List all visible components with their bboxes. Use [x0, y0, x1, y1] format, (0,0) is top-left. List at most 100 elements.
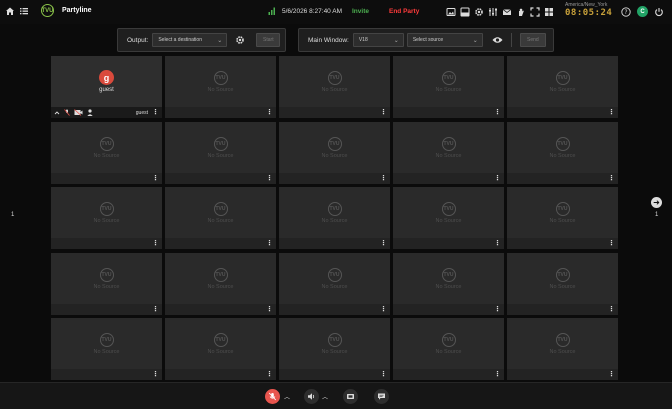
user-icon[interactable] [87, 109, 93, 116]
tile-menu-icon[interactable]: ⋮ [494, 305, 501, 314]
tile-menu-icon[interactable]: ⋮ [380, 239, 387, 248]
picture-icon[interactable] [445, 6, 456, 17]
app-title: Partyline [62, 7, 92, 14]
tile-menu-icon[interactable]: ⋮ [152, 239, 159, 248]
mail-icon[interactable] [501, 6, 512, 17]
empty-source-tile[interactable]: TVU No Source ⋮ [507, 187, 618, 249]
empty-source-tile[interactable]: TVU No Source ⋮ [507, 122, 618, 184]
layout-icon[interactable] [459, 6, 470, 17]
hand-icon[interactable] [515, 6, 526, 17]
tile-menu-icon[interactable]: ⋮ [266, 108, 273, 117]
mic-muted-icon[interactable] [265, 389, 280, 404]
tile-menu-icon[interactable]: ⋮ [266, 239, 273, 248]
tile-footer: ⋮ [279, 304, 390, 315]
chevron-up-icon[interactable] [54, 110, 60, 116]
chevron-down-icon: ⌄ [393, 38, 399, 44]
tile-menu-icon[interactable]: ⋮ [608, 174, 615, 183]
end-party-button[interactable]: End Party [389, 8, 419, 15]
user-avatar[interactable]: C [637, 6, 648, 17]
help-icon[interactable]: ? [621, 7, 631, 17]
empty-source-tile[interactable]: TVU No Source ⋮ [51, 122, 162, 184]
tile-menu-icon[interactable]: ⋮ [266, 370, 273, 379]
next-page-arrow-icon[interactable]: ➜ [651, 197, 662, 208]
grid-view-icon[interactable] [543, 6, 554, 17]
tile-menu-icon[interactable]: ⋮ [494, 370, 501, 379]
tile-menu-icon[interactable]: ⋮ [266, 305, 273, 314]
speaker-options-caret-icon[interactable]: ︿ [322, 392, 328, 401]
tile-menu-icon[interactable]: ⋮ [494, 174, 501, 183]
empty-source-tile[interactable]: TVU No Source ⋮ [393, 187, 504, 249]
no-source-placeholder: TVU No Source [165, 122, 276, 173]
chat-icon[interactable] [374, 389, 389, 404]
empty-source-tile[interactable]: TVU No Source ⋮ [393, 253, 504, 315]
empty-source-tile[interactable]: TVU No Source ⋮ [165, 122, 276, 184]
send-button[interactable]: Send [519, 33, 546, 47]
empty-source-tile[interactable]: TVU No Source ⋮ [393, 122, 504, 184]
tile-footer: ⋮ [165, 173, 276, 184]
empty-source-tile[interactable]: TVU No Source ⋮ [165, 187, 276, 249]
tile-menu-icon[interactable]: ⋮ [152, 174, 159, 183]
no-source-placeholder: TVU No Source [279, 187, 390, 238]
tile-menu-icon[interactable]: ⋮ [152, 370, 159, 379]
tile-menu-icon[interactable]: ⋮ [608, 108, 615, 117]
destination-select-value: Select a destination [158, 37, 202, 43]
tile-menu-icon[interactable]: ⋮ [152, 305, 159, 314]
tile-menu-icon[interactable]: ⋮ [608, 239, 615, 248]
no-source-label: No Source [93, 152, 120, 159]
tvu-placeholder-icon: TVU [99, 267, 114, 282]
empty-source-tile[interactable]: TVU No Source ⋮ [507, 253, 618, 315]
empty-source-tile[interactable]: TVU No Source ⋮ [165, 318, 276, 380]
guest-tile[interactable]: g guest guest ⋮ [51, 56, 162, 118]
empty-source-tile[interactable]: TVU No Source ⋮ [165, 253, 276, 315]
empty-source-tile[interactable]: TVU No Source ⋮ [279, 253, 390, 315]
no-source-placeholder: TVU No Source [165, 187, 276, 238]
fullscreen-icon[interactable] [529, 6, 540, 17]
empty-source-tile[interactable]: TVU No Source ⋮ [279, 56, 390, 118]
start-button[interactable]: Start [256, 33, 281, 47]
empty-source-tile[interactable]: TVU No Source ⋮ [51, 187, 162, 249]
tile-menu-icon[interactable]: ⋮ [380, 108, 387, 117]
guest-avatar: g [99, 70, 114, 85]
empty-source-tile[interactable]: TVU No Source ⋮ [507, 318, 618, 380]
tile-menu-icon[interactable]: ⋮ [380, 305, 387, 314]
no-source-label: No Source [207, 152, 234, 159]
empty-source-tile[interactable]: TVU No Source ⋮ [165, 56, 276, 118]
tile-menu-icon[interactable]: ⋮ [494, 239, 501, 248]
empty-source-tile[interactable]: TVU No Source ⋮ [507, 56, 618, 118]
no-source-label: No Source [435, 283, 462, 290]
mic-muted-icon[interactable] [64, 109, 70, 116]
camera-off-icon[interactable] [74, 109, 83, 116]
empty-source-tile[interactable]: TVU No Source ⋮ [279, 187, 390, 249]
source-select[interactable]: Select source ⌄ [406, 33, 483, 47]
empty-source-tile[interactable]: TVU No Source ⋮ [279, 122, 390, 184]
tile-menu-icon[interactable]: ⋮ [608, 370, 615, 379]
tile-menu-icon[interactable]: ⋮ [380, 174, 387, 183]
tile-menu-icon[interactable]: ⋮ [494, 108, 501, 117]
no-source-label: No Source [549, 152, 576, 159]
empty-source-tile[interactable]: TVU No Source ⋮ [279, 318, 390, 380]
empty-source-tile[interactable]: TVU No Source ⋮ [393, 56, 504, 118]
tile-menu-icon[interactable]: ⋮ [266, 174, 273, 183]
output-settings-gear-icon[interactable] [235, 35, 245, 45]
empty-source-tile[interactable]: TVU No Source ⋮ [51, 253, 162, 315]
empty-source-tile[interactable]: TVU No Source ⋮ [393, 318, 504, 380]
tile-footer: ⋮ [507, 107, 618, 118]
invite-button[interactable]: Invite [352, 8, 369, 15]
tile-menu-icon[interactable]: ⋮ [380, 370, 387, 379]
view-select[interactable]: V18 ⌄ [352, 33, 404, 47]
speaker-icon[interactable] [304, 389, 319, 404]
tile-footer: guest ⋮ [51, 107, 162, 118]
share-screen-icon[interactable] [343, 389, 358, 404]
mic-options-caret-icon[interactable]: ︿ [284, 392, 290, 401]
tile-menu-icon[interactable]: ⋮ [608, 305, 615, 314]
eye-icon[interactable] [492, 36, 503, 44]
gear-icon[interactable] [473, 6, 484, 17]
home-icon[interactable] [5, 6, 15, 16]
power-icon[interactable] [654, 7, 664, 17]
sliders-icon[interactable] [487, 6, 498, 17]
no-source-placeholder: TVU No Source [279, 318, 390, 369]
list-icon[interactable] [19, 6, 29, 16]
empty-source-tile[interactable]: TVU No Source ⋮ [51, 318, 162, 380]
destination-select[interactable]: Select a destination ⌄ [152, 33, 228, 47]
tile-menu-icon[interactable]: ⋮ [152, 108, 159, 117]
